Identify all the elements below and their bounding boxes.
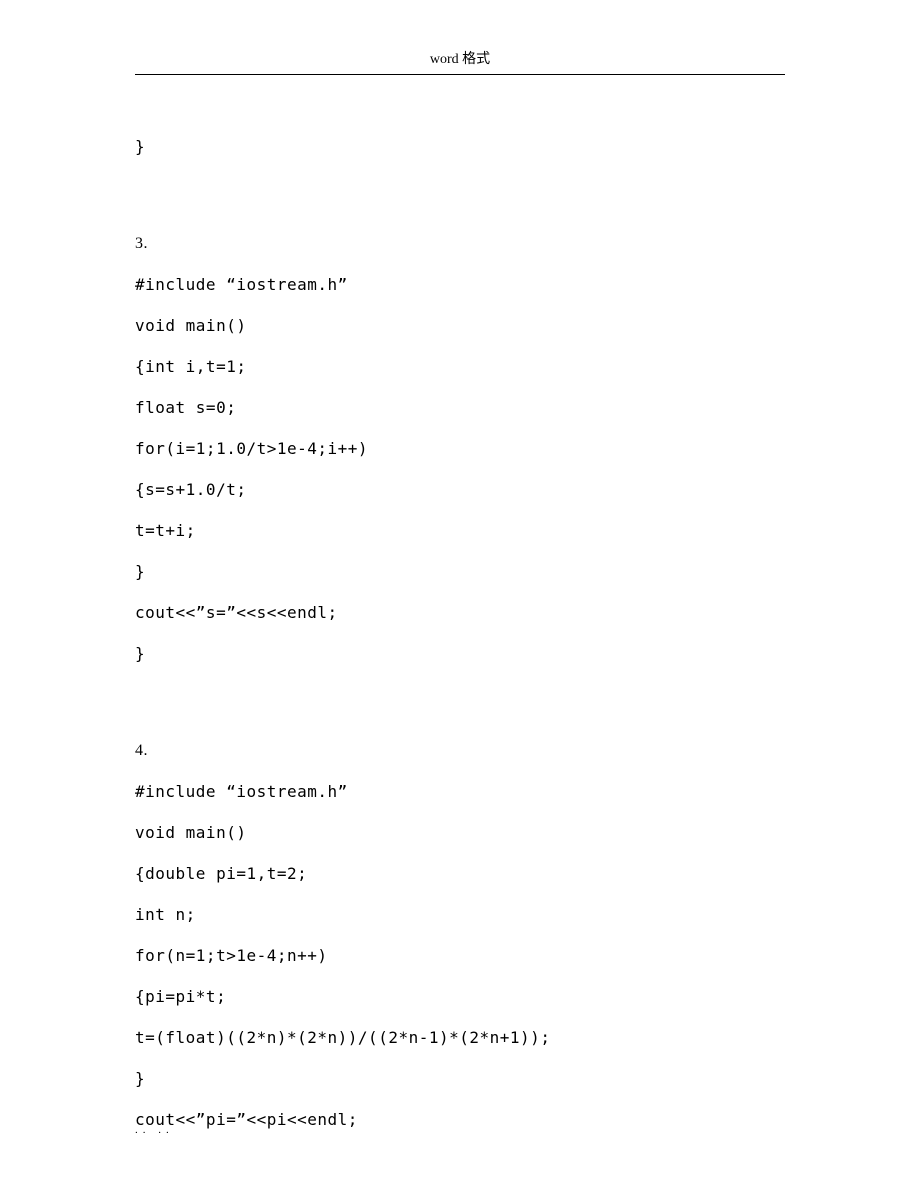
code-line: {double pi=1,t=2; <box>135 864 785 883</box>
code-line: int n; <box>135 905 785 924</box>
code-line: } <box>135 562 785 581</box>
section-number: 3. <box>135 235 785 253</box>
code-line: {int i,t=1; <box>135 357 785 376</box>
page-footer: .. .. <box>135 1124 174 1136</box>
section-number: 4. <box>135 742 785 760</box>
code-line: void main() <box>135 316 785 335</box>
header-title: word 格式 <box>430 52 490 67</box>
code-line: for(n=1;t>1e-4;n++) <box>135 946 785 965</box>
code-line: } <box>135 137 785 156</box>
code-line: #include “iostream.h” <box>135 782 785 801</box>
code-line: #include “iostream.h” <box>135 275 785 294</box>
code-line: cout<<”pi=”<<pi<<endl; <box>135 1110 785 1129</box>
code-line: cout<<”s=”<<s<<endl; <box>135 603 785 622</box>
code-line: float s=0; <box>135 398 785 417</box>
code-line: {s=s+1.0/t; <box>135 480 785 499</box>
document-content: } 3. #include “iostream.h” void main() {… <box>0 75 920 1129</box>
code-line: } <box>135 644 785 663</box>
code-line: t=(float)((2*n)*(2*n))/((2*n-1)*(2*n+1))… <box>135 1028 785 1047</box>
code-line: t=t+i; <box>135 521 785 540</box>
code-line: {pi=pi*t; <box>135 987 785 1006</box>
code-line: void main() <box>135 823 785 842</box>
footer-text: .. .. <box>135 1124 174 1136</box>
code-line: } <box>135 1069 785 1088</box>
code-line: for(i=1;1.0/t>1e-4;i++) <box>135 439 785 458</box>
page-header: word 格式 <box>0 0 920 74</box>
